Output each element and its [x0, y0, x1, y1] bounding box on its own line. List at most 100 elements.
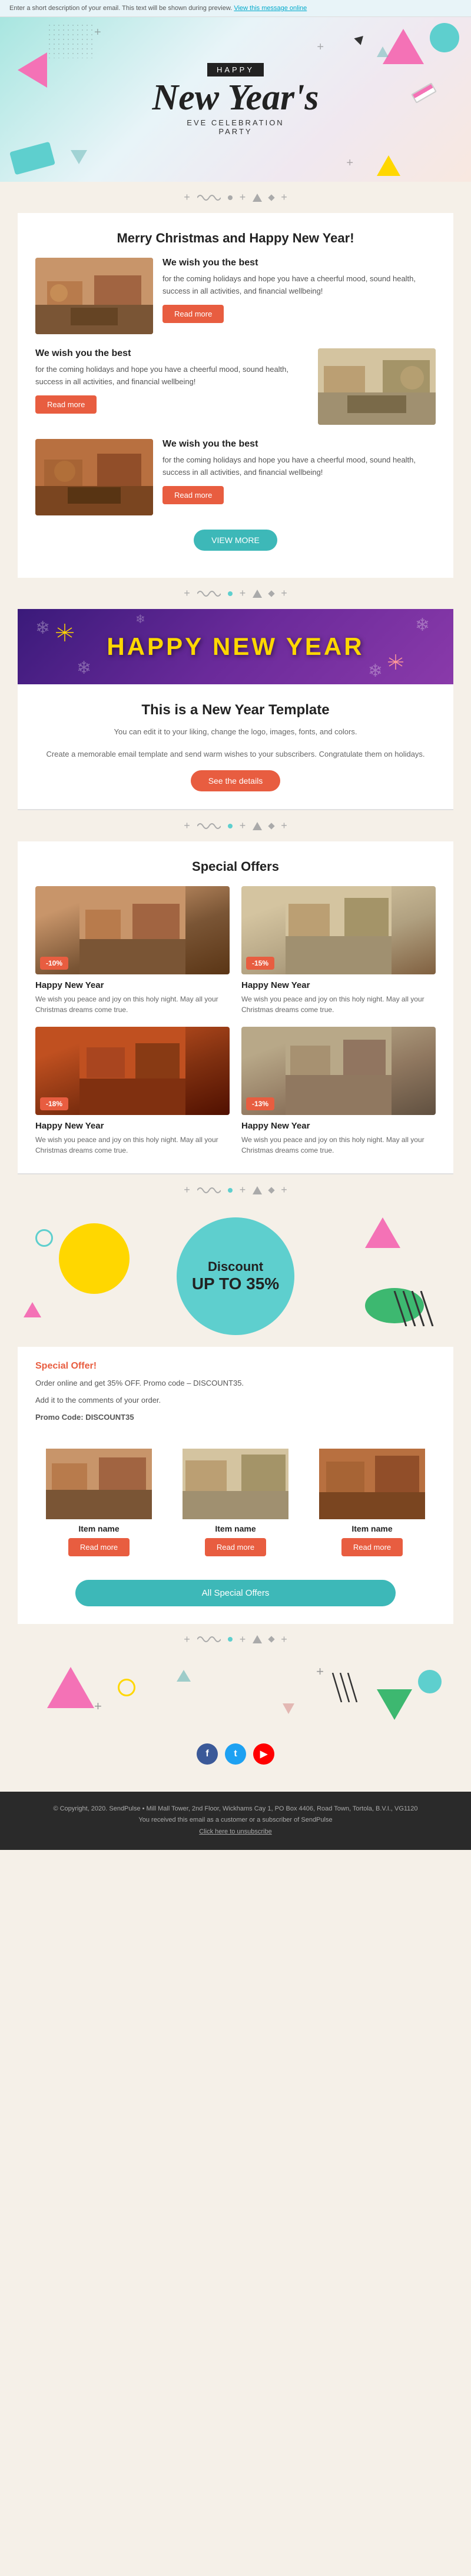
deco-row-4: + + +	[0, 1174, 471, 1206]
deco-plus-11: +	[240, 1184, 246, 1196]
offer-badge-2: -15%	[246, 957, 274, 970]
deco-plus-12: +	[281, 1184, 287, 1196]
offer-badge-3: -18%	[40, 1097, 68, 1110]
ny-banner-text: HAPPY NEW YEAR	[29, 633, 442, 661]
deco-row-5: + + +	[0, 1624, 471, 1655]
content-text-2: We wish you the best for the coming holi…	[35, 348, 309, 414]
teal-circle-top-right	[430, 23, 459, 52]
item-name-2: Item name	[172, 1524, 299, 1533]
deco-tri-4	[253, 1186, 262, 1194]
content-text-3: We wish you the best for the coming holi…	[162, 439, 436, 504]
item-button-3[interactable]: Read more	[341, 1538, 403, 1556]
facebook-icon[interactable]: f	[197, 1743, 218, 1765]
preview-bar: Enter a short description of your email.…	[0, 0, 471, 17]
offer-image-4: -13%	[241, 1027, 436, 1115]
block2-read-more[interactable]: Read more	[35, 395, 97, 414]
offer-card-4: -13% Happy New Year We wish you peace an…	[241, 1027, 436, 1156]
view-online-link[interactable]: View this message online	[234, 5, 307, 12]
content-image-3	[35, 439, 153, 515]
content-block-3: We wish you the best for the coming holi…	[35, 439, 436, 515]
unsubscribe-link[interactable]: Click here to unsubscribe	[199, 1828, 272, 1835]
block2-text: for the coming holidays and hope you hav…	[35, 364, 309, 388]
pre-footer-red-tri	[283, 1703, 294, 1714]
discount-section: Discount UP TO 35%	[0, 1206, 471, 1347]
item-button-1[interactable]: Read more	[68, 1538, 130, 1556]
deco-diamond-2	[269, 591, 274, 596]
preview-text: Enter a short description of your email.…	[9, 5, 232, 12]
deco-plus-15: +	[281, 1633, 287, 1646]
youtube-icon[interactable]: ▶	[253, 1743, 274, 1765]
teal-tri-bottom-left	[71, 150, 87, 164]
pre-footer-lines	[330, 1673, 365, 1705]
item-button-2[interactable]: Read more	[205, 1538, 266, 1556]
discount-text2: UP TO 35%	[192, 1274, 279, 1293]
deco-plus-10: +	[184, 1184, 190, 1196]
hero-happy-label: HAPPY	[207, 63, 264, 76]
see-details-button[interactable]: See the details	[191, 770, 281, 791]
block3-read-more[interactable]: Read more	[162, 486, 224, 504]
template-text2: Create a memorable email template and se…	[35, 748, 436, 761]
snowflake-5: ❄	[135, 612, 145, 627]
items-section: Item name Read more Item name Read more …	[18, 1443, 453, 1574]
offer-badge-1: -10%	[40, 957, 68, 970]
pre-footer-teal-tri	[177, 1670, 191, 1682]
offers-grid: -10% Happy New Year We wish you peace an…	[35, 886, 436, 1156]
offer-title-1: Happy New Year	[35, 980, 230, 990]
deco-plus-8: +	[240, 820, 246, 832]
offer-text-4: We wish you peace and joy on this holy n…	[241, 1134, 436, 1156]
left-circle-deco	[35, 1229, 53, 1247]
plus-deco-2: +	[346, 157, 353, 170]
deco-plus-3: +	[281, 191, 287, 204]
deco-row-1: + + +	[0, 182, 471, 213]
block1-read-more[interactable]: Read more	[162, 305, 224, 323]
twitter-icon[interactable]: t	[225, 1743, 246, 1765]
all-offers-section: All Special Offers	[18, 1574, 453, 1624]
block3-title: We wish you the best	[162, 439, 436, 450]
footer-bottom: © Copyright, 2020. SendPulse • Mill Mall…	[0, 1792, 471, 1850]
pink-triangle-left	[18, 52, 47, 88]
view-more-button[interactable]: VIEW MORE	[194, 530, 277, 551]
item-name-3: Item name	[309, 1524, 436, 1533]
template-title: This is a New Year Template	[35, 702, 436, 718]
pre-footer-plus2: +	[316, 1664, 324, 1679]
offer-card-3: -18% Happy New Year We wish you peace an…	[35, 1027, 230, 1156]
pre-footer-yellow-circle	[118, 1679, 135, 1696]
items-grid: Item name Read more Item name Read more …	[35, 1449, 436, 1556]
view-more-section: VIEW MORE	[35, 530, 436, 551]
offer-title-2: Happy New Year	[241, 980, 436, 990]
deco-circle-2	[228, 591, 233, 596]
deco-wave-3	[197, 821, 221, 831]
item-card-3: Item name Read more	[309, 1449, 436, 1556]
deco-plus-2: +	[240, 191, 246, 204]
deco-wave-4	[197, 1186, 221, 1195]
block3-text: for the coming holidays and hope you hav…	[162, 454, 436, 479]
promo-code: Promo Code: DISCOUNT35	[35, 1412, 436, 1424]
pre-footer-plus: +	[94, 1699, 102, 1714]
special-offer-heading: Special Offer!	[35, 1361, 436, 1372]
template-info-section: This is a New Year Template You can edit…	[18, 684, 453, 809]
deco-diamond-4	[269, 1188, 274, 1193]
footer-social: f t ▶	[0, 1726, 471, 1792]
plus-deco-3: +	[317, 41, 324, 54]
offer-badge-4: -13%	[246, 1097, 274, 1110]
deco-wave-2	[197, 589, 221, 598]
item-card-2: Item name Read more	[172, 1449, 299, 1556]
all-offers-button[interactable]: All Special Offers	[75, 1580, 396, 1606]
footer-disclaimer: You received this email as a customer or…	[18, 1815, 453, 1826]
template-text1: You can edit it to your liking, change t…	[35, 725, 436, 738]
pre-footer-green-tri	[377, 1689, 412, 1720]
offer-text-3: We wish you peace and joy on this holy n…	[35, 1134, 230, 1156]
content-image-2	[318, 348, 436, 425]
content-block-2: We wish you the best for the coming holi…	[35, 348, 436, 425]
deco-plus-9: +	[281, 820, 287, 832]
block1-title: We wish you the best	[162, 258, 436, 268]
snowflake-3: ❄	[77, 658, 91, 678]
deco-row-3: + + +	[0, 810, 471, 841]
yellow-triangle-bottom	[377, 155, 400, 176]
item-image-3	[309, 1449, 436, 1519]
content-block-1: We wish you the best for the coming holi…	[35, 258, 436, 334]
offer-card-1: -10% Happy New Year We wish you peace an…	[35, 886, 230, 1015]
hero-subtitle: EVE CELEBRATION PARTY	[152, 118, 319, 136]
offer-image-2: -15%	[241, 886, 436, 974]
deco-wave	[197, 193, 221, 202]
